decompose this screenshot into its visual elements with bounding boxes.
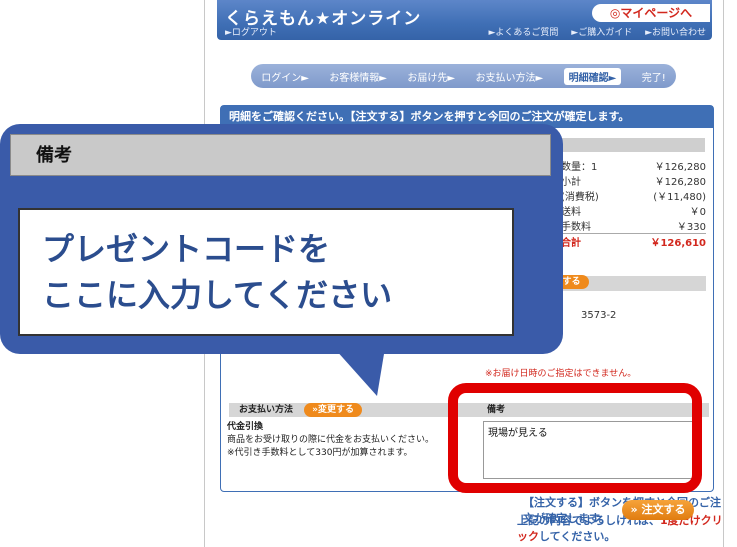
step-delivery: お届け先► bbox=[407, 72, 456, 84]
payment-method-header: お支払い方法 »変更する bbox=[229, 403, 479, 417]
place-order-button[interactable]: » 注文する bbox=[622, 500, 694, 520]
shipping-row: 送料 ￥0 bbox=[561, 203, 706, 218]
subtotal-row: 小計 ￥126,280 bbox=[561, 173, 706, 188]
fee-label: 手数料 bbox=[561, 222, 591, 233]
fee-value: ￥330 bbox=[676, 222, 706, 233]
remarks-callout: 備考 プレゼントコードを ここに入力してください bbox=[0, 124, 563, 354]
guide-link[interactable]: ►ご購入ガイド bbox=[571, 28, 632, 38]
subtotal-label: 小計 bbox=[561, 177, 581, 188]
callout-message: プレゼントコードを ここに入力してください bbox=[42, 226, 392, 318]
callout-textbox: プレゼントコードを ここに入力してください bbox=[18, 208, 514, 336]
site-header: くらえもん★オンライン ►ログアウト ◎マイページへ ►よくあるご質問 ►ご購入… bbox=[217, 0, 712, 40]
callout-heading: 備考 bbox=[10, 134, 551, 176]
shipping-value: ￥0 bbox=[689, 207, 706, 218]
quantity-label: 数量：1 bbox=[561, 162, 598, 173]
confirm-warning-post: してください。 bbox=[539, 530, 616, 543]
callout-message-line-1: プレゼントコードを bbox=[42, 230, 331, 268]
total-value: ￥126,610 bbox=[650, 238, 706, 249]
delivery-date-note: ※お届け日時のご指定はできません。 bbox=[485, 369, 637, 379]
step-confirm: 明細確認► bbox=[563, 67, 622, 85]
shipping-label: 送料 bbox=[561, 207, 581, 218]
contact-link[interactable]: ►お問い合わせ bbox=[645, 28, 706, 38]
fee-row: 手数料 ￥330 bbox=[561, 218, 706, 233]
logout-link[interactable]: ►ログアウト bbox=[225, 25, 277, 38]
step-login: ログイン► bbox=[261, 72, 309, 84]
step-complete: 完了! bbox=[641, 72, 666, 84]
faq-link[interactable]: ►よくあるご質問 bbox=[488, 28, 558, 38]
quantity-row: 数量：1 ￥126,280 bbox=[561, 158, 706, 173]
subtotal-value: ￥126,280 bbox=[654, 177, 706, 188]
quantity-price: ￥126,280 bbox=[654, 162, 706, 173]
confirm-warning: 上記の内容でよろしければ、1度だけクリックしてください。 bbox=[517, 512, 723, 544]
step-customer-info: お客様情報► bbox=[329, 72, 388, 84]
delivery-address-fragment: 3573-2 bbox=[581, 310, 617, 321]
checkout-steps: ログイン► お客様情報► お届け先► お支払い方法► 明細確認► 完了! bbox=[251, 64, 676, 88]
total-label: 合計 bbox=[561, 238, 581, 249]
tax-row: (消費税) (￥11,480) bbox=[561, 188, 706, 203]
step-payment: お支払い方法► bbox=[475, 72, 544, 84]
remarks-highlight-frame bbox=[448, 383, 702, 493]
mypage-button[interactable]: ◎マイページへ bbox=[592, 4, 710, 22]
order-summary: 数量：1 ￥126,280 小計 ￥126,280 (消費税) (￥11,480… bbox=[561, 158, 706, 249]
tax-value: (￥11,480) bbox=[653, 192, 706, 203]
callout-message-line-2: ここに入力してください bbox=[42, 276, 393, 314]
payment-change-button[interactable]: »変更する bbox=[304, 403, 362, 417]
total-row: 合計 ￥126,610 bbox=[561, 233, 706, 249]
tax-label: (消費税) bbox=[561, 192, 599, 203]
payment-method-heading: お支払い方法 bbox=[239, 405, 294, 415]
header-links: ►よくあるご質問 ►ご購入ガイド ►お問い合わせ bbox=[478, 25, 706, 38]
